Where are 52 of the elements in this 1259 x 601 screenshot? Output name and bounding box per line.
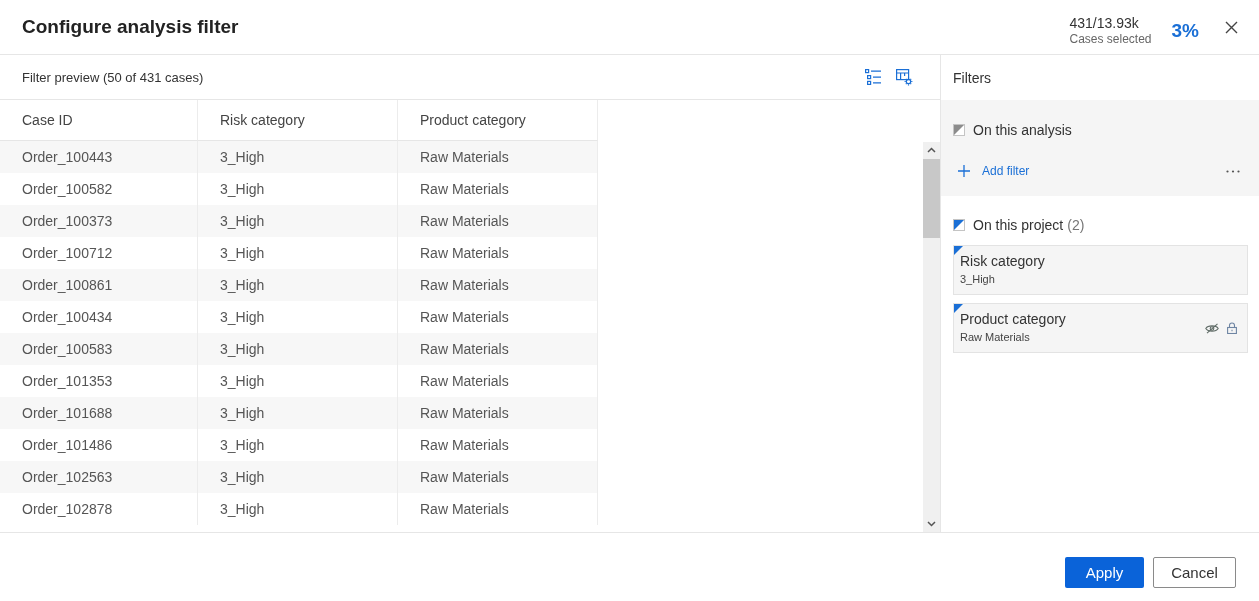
table-cell: Order_100443 xyxy=(0,141,198,173)
table-cell: Order_100583 xyxy=(0,333,198,365)
table-cell: Raw Materials xyxy=(398,333,598,365)
scrollbar-thumb[interactable] xyxy=(923,159,940,238)
preview-title: Filter preview (50 of 431 cases) xyxy=(22,69,205,85)
filter-value: 3_High xyxy=(960,272,996,286)
selection-label: Cases selected xyxy=(1069,32,1152,46)
table-cell: Raw Materials xyxy=(398,461,598,493)
filter-value: Raw Materials xyxy=(960,330,1031,344)
table-settings-icon[interactable] xyxy=(896,68,913,86)
table-cell: Order_101688 xyxy=(0,397,198,429)
filter-name: Product category xyxy=(960,310,1067,328)
table-cell: Raw Materials xyxy=(398,269,598,301)
table-cell: Raw Materials xyxy=(398,397,598,429)
table-cell: 3_High xyxy=(198,493,398,525)
filter-name: Risk category xyxy=(960,252,1046,270)
selection-count: 431/13.93k xyxy=(1069,15,1140,32)
section-title: On this project xyxy=(973,217,1064,233)
table-cell: Raw Materials xyxy=(398,141,598,173)
close-icon[interactable] xyxy=(1225,20,1238,34)
more-icon[interactable] xyxy=(1226,169,1240,173)
list-view-icon[interactable] xyxy=(865,69,881,85)
filter-card[interactable]: Product category Raw Materials xyxy=(953,303,1248,353)
add-filter-button[interactable]: Add filter xyxy=(953,161,1030,181)
table-cell: 3_High xyxy=(198,269,398,301)
scrollbar-track[interactable] xyxy=(923,142,940,532)
filter-card[interactable]: Risk category 3_High xyxy=(953,245,1248,295)
section-title: On this analysis xyxy=(973,122,1072,138)
lock-icon[interactable] xyxy=(1227,322,1237,334)
table-cell: Order_102563 xyxy=(0,461,198,493)
table-cell: 3_High xyxy=(198,397,398,429)
scroll-down-icon[interactable] xyxy=(927,521,936,527)
table-cell: 3_High xyxy=(198,333,398,365)
cancel-button[interactable]: Cancel xyxy=(1153,557,1236,588)
scroll-up-icon[interactable] xyxy=(927,147,936,153)
filters-title: Filters xyxy=(953,69,992,86)
section-count: (2) xyxy=(1067,217,1085,233)
plus-icon xyxy=(958,165,970,177)
selection-percent: 3% xyxy=(1171,20,1199,42)
table-cell: 3_High xyxy=(198,461,398,493)
dialog-title: Configure analysis filter xyxy=(22,16,240,38)
table-cell: Order_102878 xyxy=(0,493,198,525)
table-cell: Raw Materials xyxy=(398,493,598,525)
table-cell: 3_High xyxy=(198,141,398,173)
corner-triangle-icon xyxy=(954,304,963,313)
corner-triangle-icon xyxy=(954,246,963,255)
table-cell: Raw Materials xyxy=(398,205,598,237)
apply-button[interactable]: Apply xyxy=(1065,557,1144,588)
table-cell: Order_100861 xyxy=(0,269,198,301)
eye-off-icon[interactable] xyxy=(1205,322,1219,334)
table-cell: Order_100373 xyxy=(0,205,198,237)
table-cell: 3_High xyxy=(198,205,398,237)
